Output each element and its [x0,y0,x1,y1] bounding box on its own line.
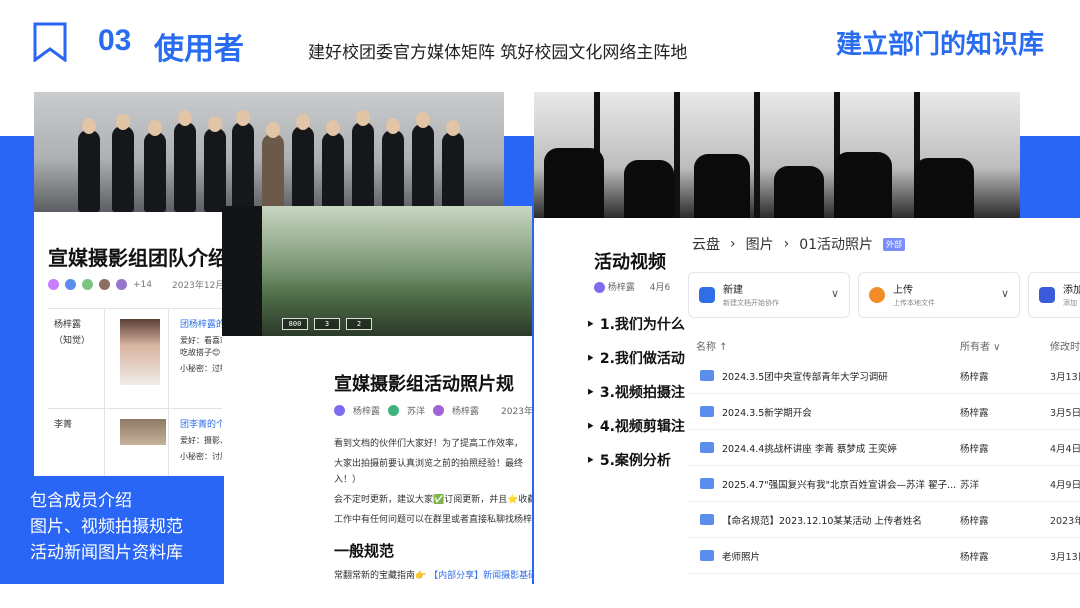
bookmark-icon [33,22,67,62]
folder-icon [700,550,714,561]
knowledge-base-title: 建立部门的知识库 [835,30,1044,60]
table-row[interactable]: 2024.3.5新学期开会 杨梓露 3月5日 [688,394,1080,430]
rules-paragraph: 工作中有任何问题可以在群里或者直接私聊找杨梓露~ [334,515,532,525]
breadcrumb-item[interactable]: 云盘 [692,234,720,254]
external-tag: 外部 [883,237,906,251]
add-button[interactable]: 添加 添加 [1028,272,1080,318]
outline-item[interactable]: ‣ 4.视频剪辑注 [586,416,685,436]
photo-rules-doc: 800 3 2 宣媒摄影组活动照片规 杨梓露 苏洋 杨梓露 2023年10月10… [222,206,532,584]
chevron-down-icon: ∨ [1000,287,1009,300]
pdf-file-link[interactable]: 【内部分享】新闻摄影基础.pdf [429,571,532,581]
column-header-name[interactable]: 名称 ↑ [696,338,728,353]
video-doc-title: 活动视频 [594,252,666,273]
section-number: 03 [98,24,132,57]
table-row[interactable]: 老师照片 杨梓露 3月13日 [688,538,1080,574]
table-row[interactable]: 2024.3.5团中央宣传部青年大学习调研 杨梓露 3月13日 [688,358,1080,394]
table-row[interactable]: 2025.4.7"强国复兴有我"北京百姓宣讲会—苏洋 翟子... 苏洋 4月9日 [688,466,1080,502]
breadcrumb-item[interactable]: 图片 [746,234,774,254]
new-button[interactable]: 新建 新建文档开始协作 ∨ [688,272,850,318]
outline-item[interactable]: ‣ 3.视频拍摄注 [586,382,685,402]
section-title: 使用者 [154,32,244,67]
outline-item[interactable]: ‣ 1.我们为什么 [586,314,685,334]
column-header-owner[interactable]: 所有者 ∨ [960,338,1001,353]
rules-doc-meta: 杨梓露 苏洋 杨梓露 2023年10月10 [334,404,532,417]
outline-item[interactable]: ‣ 2.我们做活动 [586,348,685,368]
member-name: 李菁 [54,420,73,430]
chevron-right-icon: › [730,236,736,252]
folder-icon [700,514,714,525]
avatar [82,279,93,290]
chevron-down-icon: ∨ [830,287,839,300]
avatar [99,279,110,290]
member-hobby-2: 吃故搭子😊 [180,348,221,357]
avatar [594,282,605,293]
folder-icon [700,478,714,489]
new-doc-icon [699,287,715,303]
table-row[interactable]: 2024.4.4挑战杯讲座 李菁 蔡梦成 王奕婷 杨梓露 4月4日 [688,430,1080,466]
avatar [334,405,345,416]
avatar [388,405,400,416]
table-row[interactable]: 【命名规范】2023.12.10某某活动 上传者姓名 杨梓露 2023年 [688,502,1080,538]
column-header-modified[interactable]: 修改时 [1050,338,1080,353]
rules-paragraph: 看到文档的伙伴们大家好！为了提高工作效率， [334,439,524,449]
rules-paragraph: 入！） [334,475,362,485]
summary-box: 包含成员介绍 图片、视频拍摄规范 活动新闻图片资料库 [0,476,224,584]
member-nickname: （知觉） [54,336,91,346]
rules-doc-title: 宣媒摄影组活动照片规 [334,374,514,395]
group-photo [34,92,504,212]
avatar [48,279,59,290]
breadcrumb-item[interactable]: 01活动照片 [799,234,873,254]
team-doc-title: 宣媒摄影组团队介绍 [48,246,228,270]
meeting-silhouette-photo [534,92,1020,218]
member-name: 杨梓露 [54,320,82,330]
general-rules-heading: 一般规范 [334,542,395,560]
upload-cloud-icon [869,287,885,303]
outline-item[interactable]: ‣ 5.案例分析 [586,450,671,470]
rules-paragraph: 会不定时更新，建议大家✅订阅更新，并且⭐收藏本文件！ [334,495,532,505]
file-reference: 常翻常新的宝藏指南👉 【内部分享】新闻摄影基础.pdf [334,568,532,581]
video-doc-meta: 杨梓露 4月6 [594,280,670,293]
summary-line: 活动新闻图片资料库 [30,543,183,563]
avatar [433,405,445,416]
camera-hud: 800 3 2 [282,318,482,332]
camera-viewfinder-photo: 800 3 2 [222,206,532,336]
summary-line: 包含成员介绍 [30,491,132,511]
breadcrumb: 云盘 › 图片 › 01活动照片 外部 [692,234,906,254]
cloud-drive-panel: 云盘 › 图片 › 01活动照片 外部 新建 新建文档开始协作 ∨ 上传 上传本… [688,218,1080,584]
avatar [65,279,76,290]
page-subtitle: 建好校团委官方媒体矩阵 筑好校园文化网络主阵地 [308,43,688,63]
upload-button[interactable]: 上传 上传本地文件 ∨ [858,272,1020,318]
add-icon [1039,287,1055,303]
folder-icon [700,442,714,453]
member-photo [120,319,160,385]
folder-icon [700,406,714,417]
folder-icon [700,370,714,381]
member-photo [120,419,166,445]
avatar [116,279,127,290]
rules-paragraph: 大家出拍摄前要认真浏览之前的拍照经验！最终 [334,459,524,469]
summary-line: 图片、视频拍摄规范 [30,517,183,537]
collaborator-count: +14 [133,279,152,290]
chevron-right-icon: › [783,236,790,252]
